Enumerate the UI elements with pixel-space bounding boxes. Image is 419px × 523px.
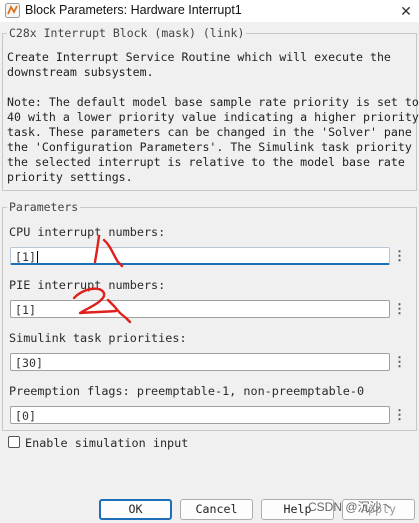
- simulink-block-icon: [5, 3, 20, 18]
- title-bar: Block Parameters: Hardware Interrupt1 ✕: [0, 0, 419, 22]
- pie-interrupt-label: PIE interrupt numbers:: [9, 278, 166, 292]
- description-line: Create Interrupt Service Routine which w…: [7, 50, 391, 64]
- task-priorities-value: [30]: [15, 356, 43, 370]
- description-line: the selected interrupt is relative to th…: [7, 155, 405, 169]
- mask-legend: C28x Interrupt Block (mask) (link): [7, 26, 247, 40]
- task-priorities-more-icon[interactable]: ⋮: [393, 353, 406, 371]
- preemption-flags-more-icon[interactable]: ⋮: [393, 406, 406, 424]
- description-line: 40 with a lower priority value indicatin…: [7, 110, 419, 124]
- enable-simulation-input-checkbox[interactable]: [8, 436, 20, 448]
- cpu-interrupt-label: CPU interrupt numbers:: [9, 225, 166, 239]
- cpu-interrupt-input[interactable]: [1]: [10, 247, 390, 265]
- description-line: task. These parameters can be changed in…: [7, 125, 419, 139]
- parameters-legend: Parameters: [7, 200, 81, 214]
- preemption-flags-value: [0]: [15, 409, 36, 423]
- description-line: the 'Configuration Parameters'. The Simu…: [7, 140, 419, 154]
- close-icon[interactable]: ✕: [393, 0, 419, 22]
- preemption-flags-label: Preemption flags: preemptable-1, non-pre…: [9, 384, 365, 398]
- cpu-interrupt-value: [1]: [15, 250, 36, 264]
- cpu-interrupt-more-icon[interactable]: ⋮: [393, 247, 406, 265]
- window-title: Block Parameters: Hardware Interrupt1: [25, 3, 242, 17]
- pie-interrupt-value: [1]: [15, 303, 36, 317]
- ok-button[interactable]: OK: [99, 499, 172, 520]
- enable-simulation-input-label[interactable]: Enable simulation input: [25, 436, 188, 450]
- task-priorities-label: Simulink task priorities:: [9, 331, 187, 345]
- task-priorities-input[interactable]: [30]: [10, 353, 390, 371]
- pie-interrupt-more-icon[interactable]: ⋮: [393, 300, 406, 318]
- cancel-button[interactable]: Cancel: [180, 499, 253, 520]
- description-line: downstream subsystem.: [7, 65, 154, 79]
- description-line: Note: The default model base sample rate…: [7, 95, 419, 109]
- csdn-watermark: CSDN @沉沙丶: [308, 500, 394, 514]
- preemption-flags-input[interactable]: [0]: [10, 406, 390, 424]
- description-line: priority settings.: [7, 170, 133, 184]
- pie-interrupt-input[interactable]: [1]: [10, 300, 390, 318]
